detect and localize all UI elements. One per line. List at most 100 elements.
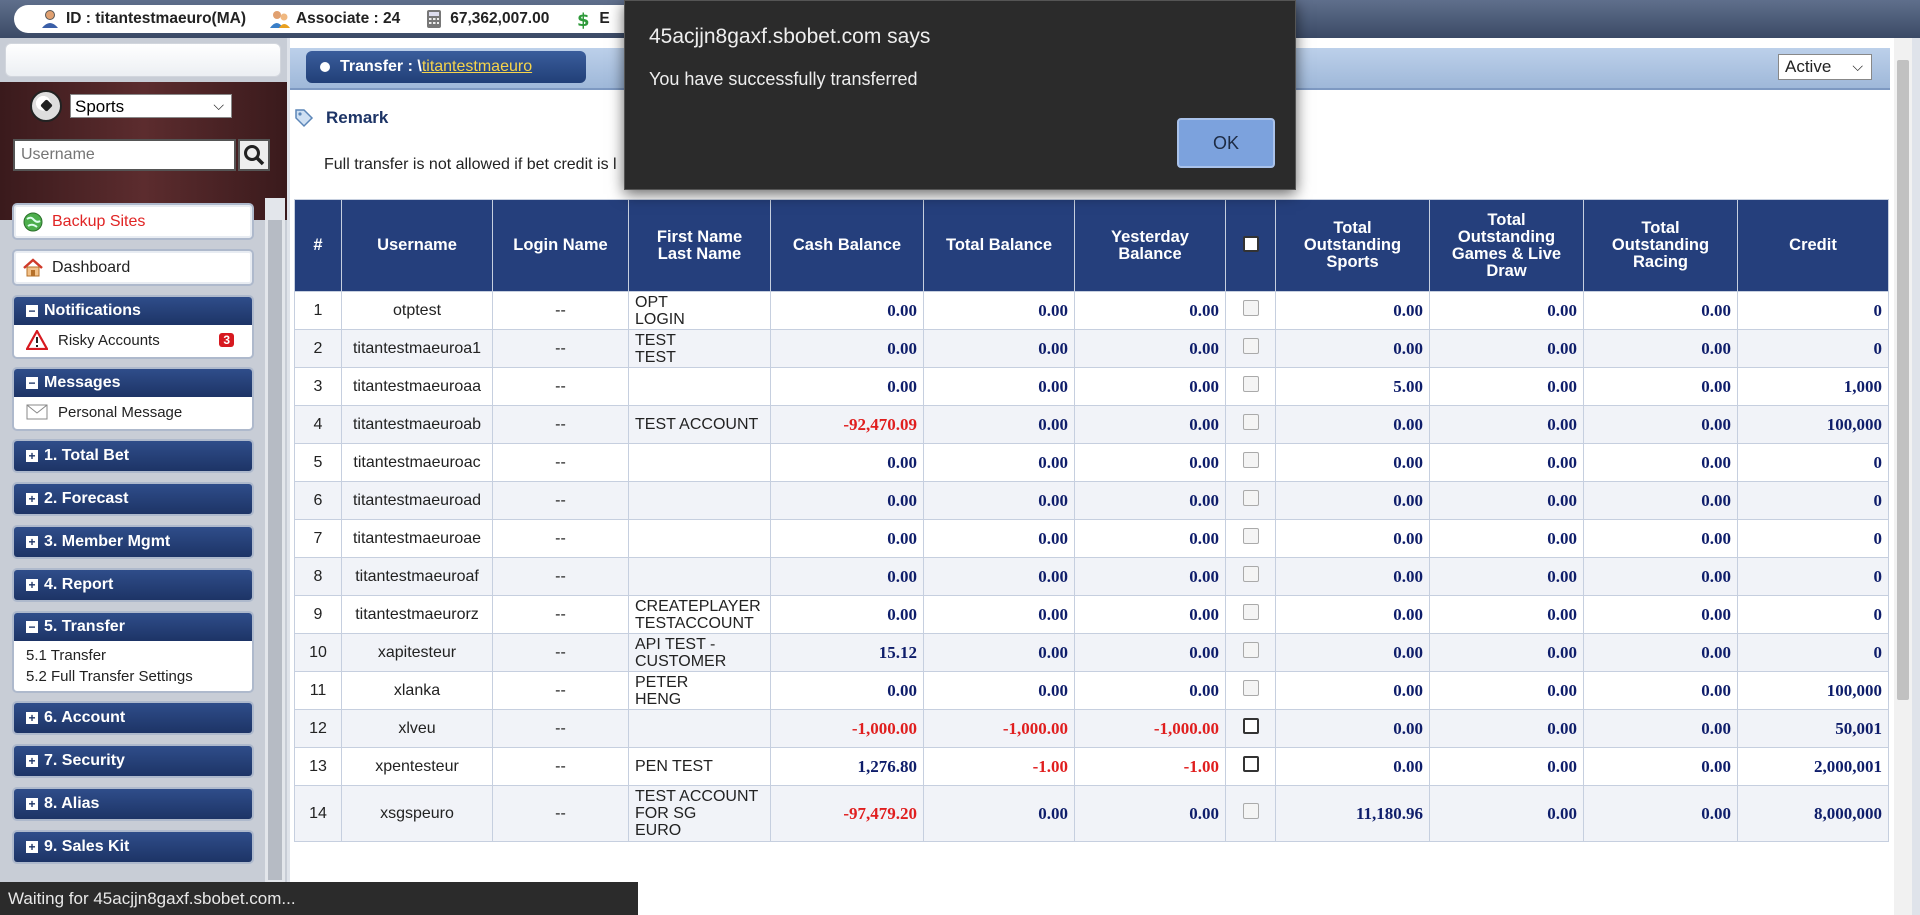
- tab-user-link[interactable]: titantestmaeuro: [422, 58, 532, 75]
- associates-icon: [269, 11, 290, 28]
- cash-balance-cell: 1,276.80: [770, 747, 924, 786]
- sport-select[interactable]: Sports: [70, 94, 232, 118]
- outstanding-games-cell: 0.00: [1429, 633, 1584, 672]
- ok-button[interactable]: OK: [1177, 118, 1275, 168]
- remark-title: Remark: [326, 108, 389, 127]
- username-cell[interactable]: otptest: [341, 291, 493, 330]
- total-bet-group[interactable]: +1. Total Bet: [12, 439, 254, 473]
- transfer-header[interactable]: −5. Transfer: [14, 613, 252, 641]
- personal-message-item[interactable]: Personal Message: [26, 399, 240, 425]
- username-cell[interactable]: xlveu: [341, 709, 493, 748]
- alias-header[interactable]: +8. Alias: [14, 789, 252, 819]
- transfer-item[interactable]: 5.1 Transfer: [26, 645, 240, 666]
- username-cell[interactable]: titantestmaeuroad: [341, 481, 493, 520]
- forecast-header[interactable]: +2. Forecast: [14, 484, 252, 514]
- extra-text: E: [599, 10, 610, 27]
- username-cell[interactable]: titantestmaeuroaa: [341, 367, 493, 406]
- credit-cell: 0: [1737, 519, 1889, 558]
- row-checkbox[interactable]: [1242, 756, 1259, 772]
- messages-title: Messages: [44, 374, 121, 391]
- full-name-cell: API TEST - CUSTOMER: [628, 633, 771, 672]
- forecast-group[interactable]: +2. Forecast: [12, 482, 254, 516]
- row-checkbox[interactable]: [1242, 680, 1259, 696]
- full-transfer-settings-item[interactable]: 5.2 Full Transfer Settings: [26, 666, 240, 687]
- credit-cell: 0: [1737, 633, 1889, 672]
- login-name-cell: --: [492, 671, 629, 710]
- member-mgmt-group[interactable]: +3. Member Mgmt: [12, 525, 254, 559]
- col-total-balance: Total Balance: [923, 199, 1075, 292]
- row-checkbox[interactable]: [1242, 414, 1259, 430]
- username-cell[interactable]: xapitesteur: [341, 633, 493, 672]
- username-cell[interactable]: titantestmaeuroaf: [341, 557, 493, 596]
- row-checkbox[interactable]: [1242, 300, 1259, 316]
- backup-sites-button[interactable]: Backup Sites: [12, 203, 254, 240]
- username-cell[interactable]: titantestmaeurorz: [341, 595, 493, 634]
- member-mgmt-header[interactable]: +3. Member Mgmt: [14, 527, 252, 557]
- sales-kit-group[interactable]: +9. Sales Kit: [12, 830, 254, 864]
- select-cell: [1225, 785, 1276, 842]
- username-cell[interactable]: xpentesteur: [341, 747, 493, 786]
- row-checkbox[interactable]: [1242, 566, 1259, 582]
- row-checkbox[interactable]: [1242, 490, 1259, 506]
- report-group[interactable]: +4. Report: [12, 568, 254, 602]
- total-balance-cell: 0.00: [923, 443, 1075, 482]
- credit-cell: 100,000: [1737, 671, 1889, 710]
- outstanding-sports-cell: 0.00: [1275, 291, 1430, 330]
- total-bet-header[interactable]: +1. Total Bet: [14, 441, 252, 471]
- report-header[interactable]: +4. Report: [14, 570, 252, 600]
- row-checkbox[interactable]: [1242, 803, 1259, 819]
- sales-kit-header[interactable]: +9. Sales Kit: [14, 832, 252, 862]
- username-cell[interactable]: xlanka: [341, 671, 493, 710]
- select-cell: [1225, 481, 1276, 520]
- sidebar-scroll-thumb[interactable]: [268, 220, 282, 880]
- yesterday-balance-cell: 0.00: [1074, 481, 1226, 520]
- username-cell[interactable]: xsgspeuro: [341, 785, 493, 842]
- main-scrollbar[interactable]: [1894, 38, 1912, 915]
- search-button[interactable]: [238, 139, 270, 171]
- full-name-cell: TEST ACCOUNT FOR SG EURO: [628, 785, 771, 842]
- full-name-cell: [628, 481, 771, 520]
- account-header[interactable]: +6. Account: [14, 703, 252, 733]
- risky-accounts-item[interactable]: Risky Accounts 3: [26, 327, 240, 353]
- sidebar-scrollbar[interactable]: [265, 198, 285, 915]
- yesterday-balance-cell: 0.00: [1074, 633, 1226, 672]
- login-name-cell: --: [492, 329, 629, 368]
- yesterday-balance-cell: 0.00: [1074, 595, 1226, 634]
- alias-group[interactable]: +8. Alias: [12, 787, 254, 821]
- main-scroll-thumb[interactable]: [1897, 60, 1909, 700]
- row-number-cell: 13: [294, 747, 342, 786]
- svg-text:$: $: [577, 10, 590, 29]
- username-cell[interactable]: titantestmaeuroae: [341, 519, 493, 558]
- username-cell[interactable]: titantestmaeuroab: [341, 405, 493, 444]
- row-checkbox[interactable]: [1242, 604, 1259, 620]
- outstanding-racing-cell: 0.00: [1583, 329, 1738, 368]
- total-balance-cell: 0.00: [923, 785, 1075, 842]
- messages-header[interactable]: − Messages: [14, 369, 252, 397]
- home-icon: [23, 257, 43, 276]
- security-group[interactable]: +7. Security: [12, 744, 254, 778]
- row-checkbox[interactable]: [1242, 376, 1259, 392]
- dashboard-button[interactable]: Dashboard: [12, 249, 254, 286]
- status-select[interactable]: Active ⌵: [1778, 54, 1872, 80]
- row-checkbox[interactable]: [1242, 718, 1259, 734]
- row-checkbox[interactable]: [1242, 528, 1259, 544]
- cash-balance-cell: 0.00: [770, 367, 924, 406]
- row-checkbox[interactable]: [1242, 452, 1259, 468]
- username-cell[interactable]: titantestmaeuroac: [341, 443, 493, 482]
- row-checkbox[interactable]: [1242, 338, 1259, 354]
- calculator-icon: [427, 10, 442, 28]
- select-all-checkbox[interactable]: [1242, 235, 1259, 252]
- account-group[interactable]: +6. Account: [12, 701, 254, 735]
- yesterday-balance-cell: 0.00: [1074, 519, 1226, 558]
- row-number-cell: 7: [294, 519, 342, 558]
- associate-text: Associate : 24: [295, 10, 401, 27]
- outstanding-sports-cell: 0.00: [1275, 481, 1430, 520]
- security-header[interactable]: +7. Security: [14, 746, 252, 776]
- username-search-input[interactable]: [13, 139, 236, 171]
- username-cell[interactable]: titantestmaeuroa1: [341, 329, 493, 368]
- user-icon: [42, 10, 58, 28]
- row-checkbox[interactable]: [1242, 642, 1259, 658]
- notifications-header[interactable]: − Notifications: [14, 297, 252, 325]
- expand-icon: +: [26, 755, 38, 767]
- yesterday-balance-cell: 0.00: [1074, 557, 1226, 596]
